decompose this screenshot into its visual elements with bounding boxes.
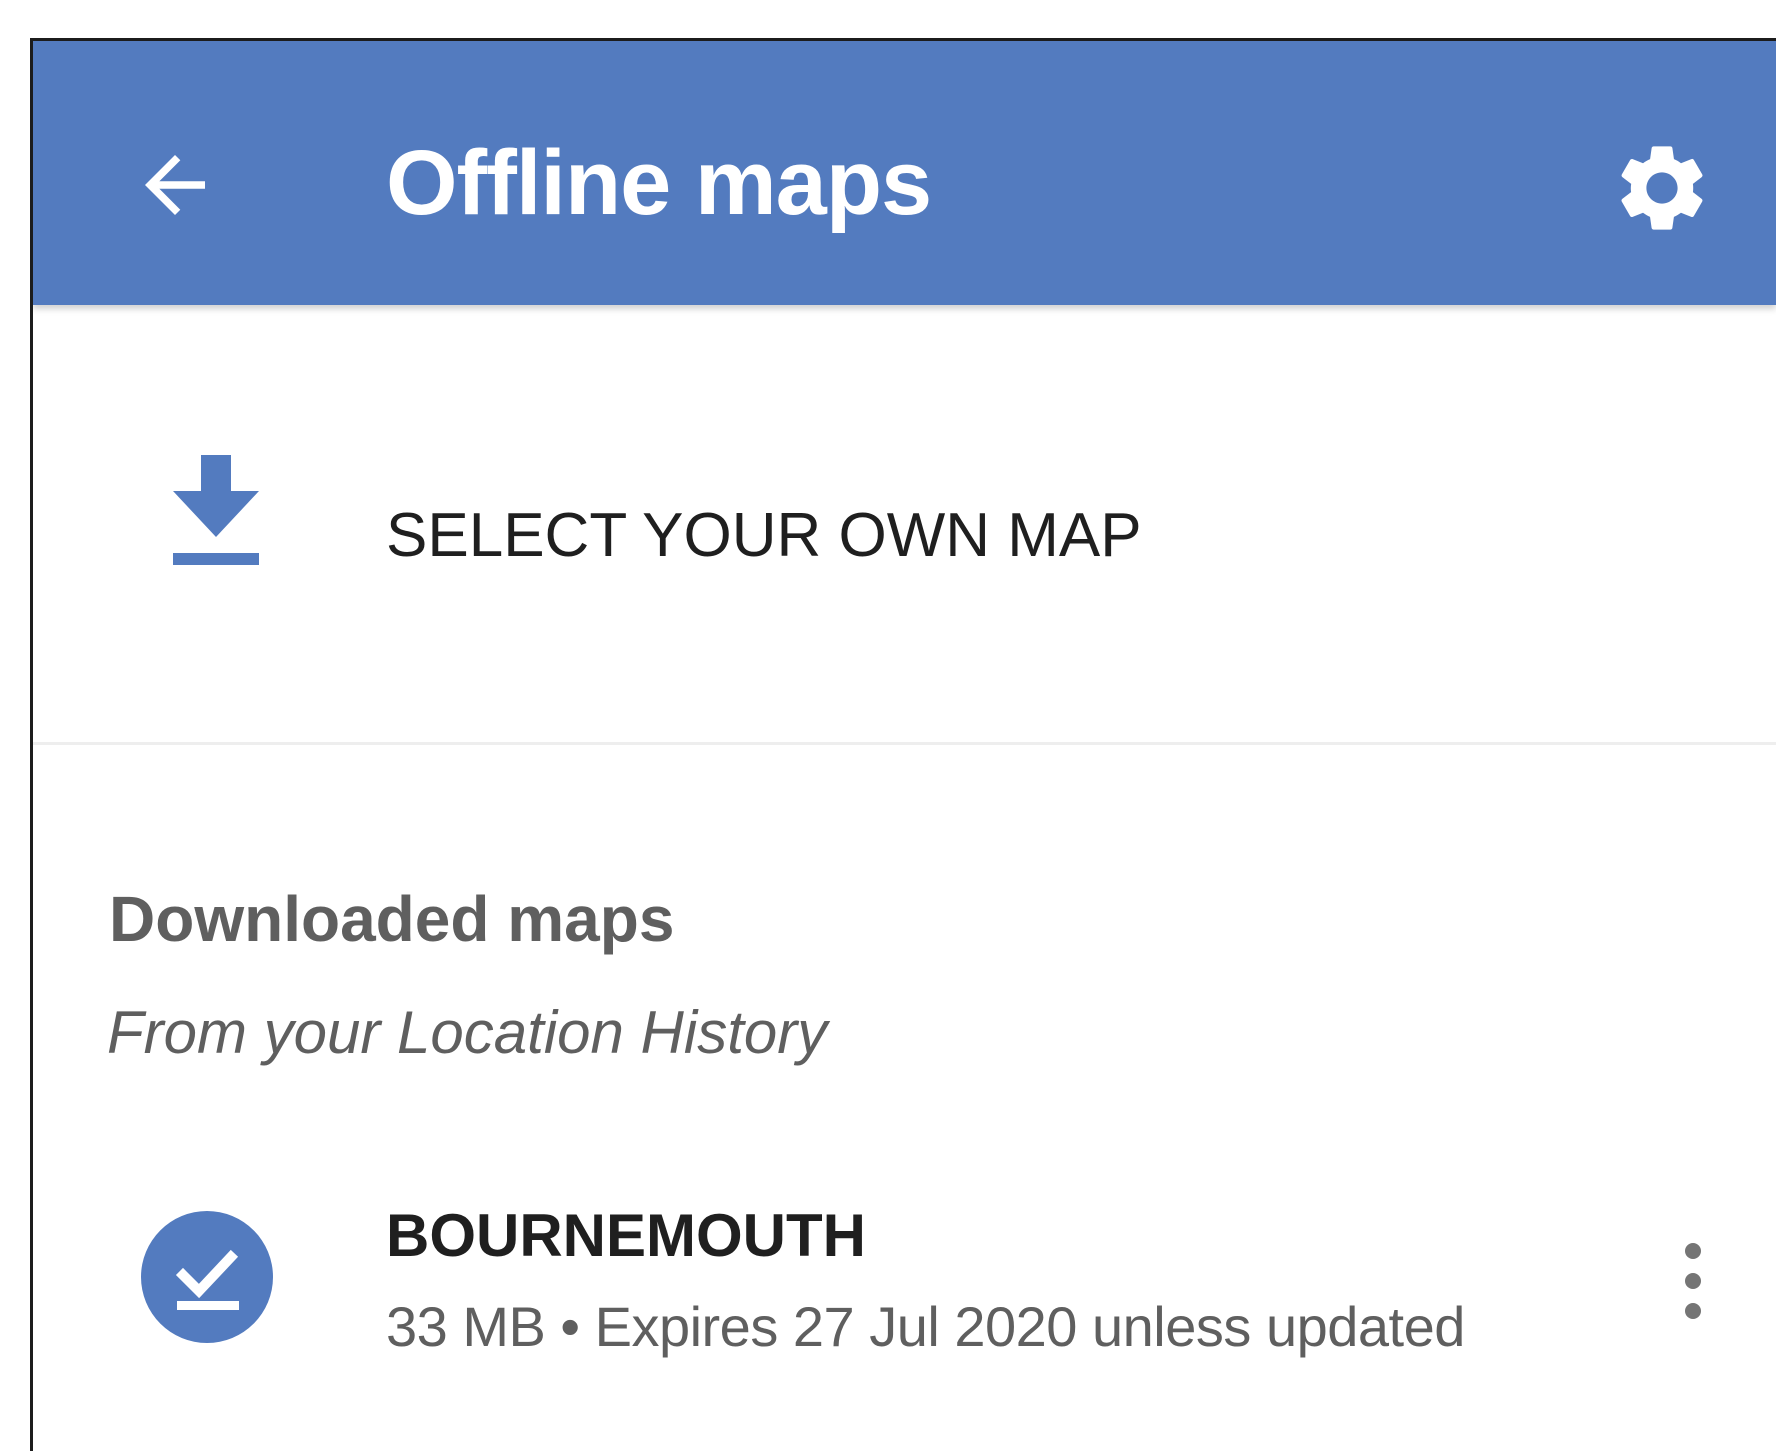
download-icon: [173, 455, 259, 565]
map-details: 33 MB • Expires 27 Jul 2020 unless updat…: [386, 1299, 1465, 1355]
gear-icon: [1621, 146, 1703, 230]
check-circle-icon: [141, 1211, 273, 1343]
more-options-button[interactable]: [1661, 1226, 1725, 1336]
more-vert-icon: [1685, 1243, 1701, 1319]
app-bar: Offline maps: [33, 41, 1776, 305]
separator: •: [560, 1295, 580, 1358]
section-subtitle: From your Location History: [107, 999, 828, 1066]
select-map-label: SELECT YOUR OWN MAP: [386, 501, 1142, 570]
settings-button[interactable]: [1603, 129, 1721, 247]
list-item[interactable]: BOURNEMOUTH 33 MB • Expires 27 Jul 2020 …: [33, 1166, 1776, 1386]
map-expiry: Expires 27 Jul 2020 unless updated: [594, 1295, 1466, 1358]
map-size: 33 MB: [386, 1295, 546, 1358]
page-title: Offline maps: [386, 132, 932, 234]
divider: [33, 742, 1776, 745]
back-button[interactable]: [115, 125, 235, 245]
arrow-left-icon: [145, 155, 205, 215]
section-title: Downloaded maps: [109, 883, 675, 955]
map-name: BOURNEMOUTH: [386, 1202, 866, 1269]
select-your-own-map-button[interactable]: SELECT YOUR OWN MAP: [33, 305, 1776, 742]
app-window: Offline maps SELECT YOUR OWN MAP Downloa…: [30, 38, 1776, 1451]
